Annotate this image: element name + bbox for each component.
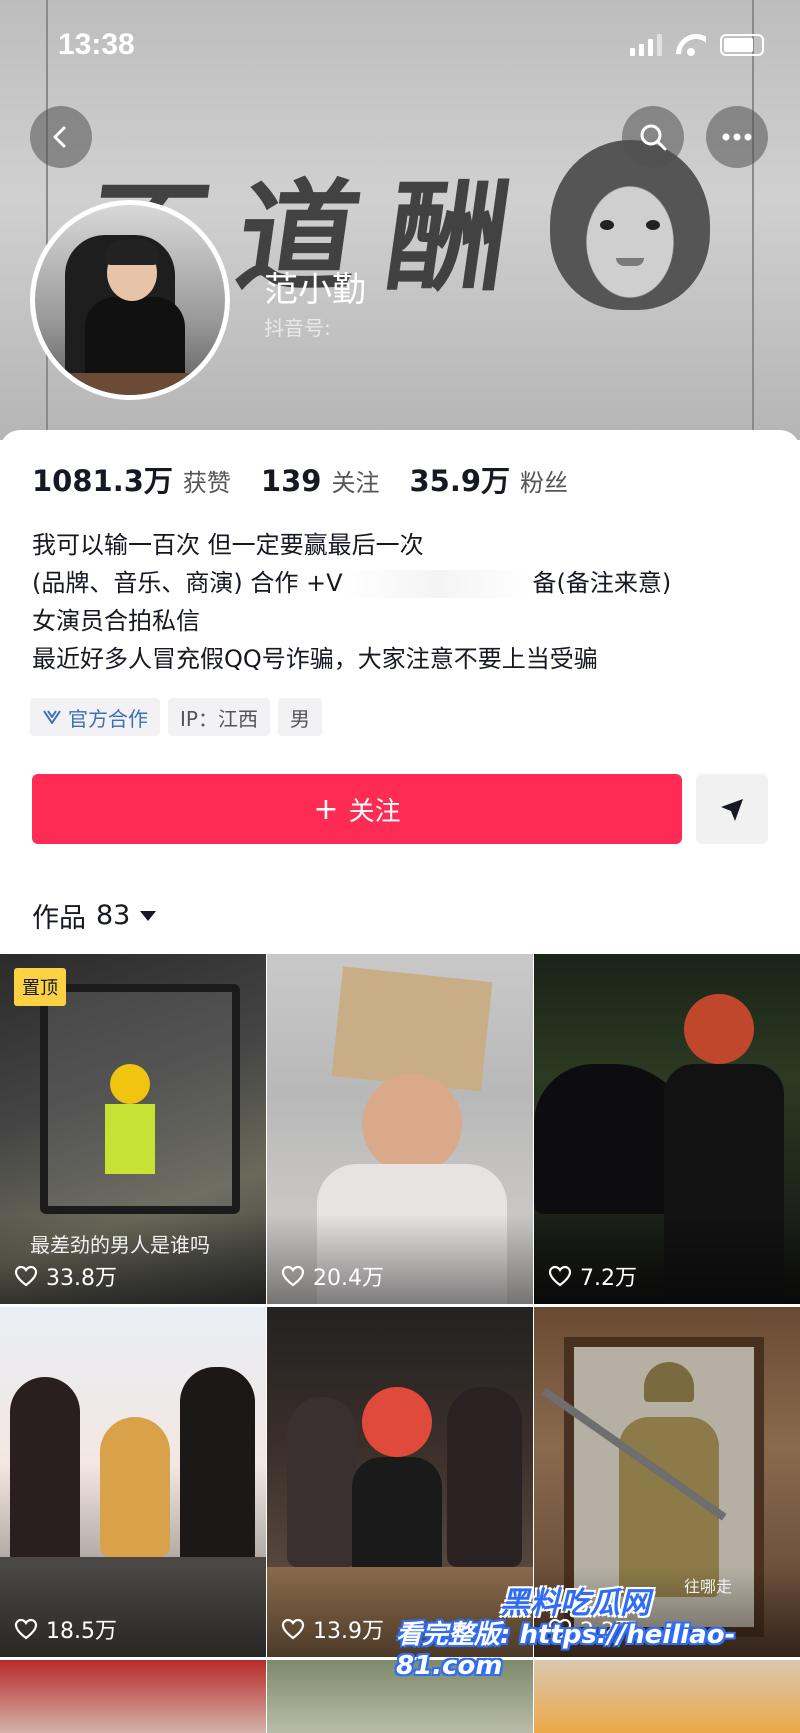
follow-label: 关注 (348, 796, 401, 827)
bio-line: 我可以输一百次 但一定要赢最后一次 (32, 531, 424, 559)
video-likes: 20.4万 (281, 1260, 384, 1292)
stat-likes[interactable]: 1081.3万 获赞 (32, 458, 231, 500)
battery-icon (720, 34, 764, 56)
caret-down-icon (140, 910, 157, 921)
cellular-signal-icon (630, 34, 662, 56)
heart-icon (281, 1618, 305, 1640)
bio: 我可以输一百次 但一定要赢最后一次 (品牌、音乐、商演) 合作 +V 备(备注来意… (32, 526, 671, 678)
status-time: 13:38 (58, 28, 135, 61)
heart-icon (548, 1265, 572, 1287)
heart-icon (14, 1265, 38, 1287)
tag-gender: 男 (277, 698, 322, 736)
video-tile[interactable] (0, 1660, 266, 1733)
works-tab[interactable]: 作品 83 (32, 896, 157, 935)
likes-count: 18.5万 (46, 1619, 117, 1644)
heart-icon (281, 1265, 305, 1287)
bio-line: (品牌、音乐、商演) 合作 +V 备(备注来意) (32, 564, 671, 602)
video-tile[interactable]: 13.9万 (267, 1307, 533, 1657)
likes-count: 13.9万 (313, 1619, 384, 1644)
stat-label: 获赞 (182, 469, 231, 497)
avatar[interactable] (30, 200, 230, 400)
video-caption: 最差劲的男人是谁吗 (30, 1233, 210, 1257)
search-icon (640, 124, 667, 151)
plus-icon: + (313, 791, 339, 827)
more-button[interactable] (706, 106, 768, 168)
bio-line: 最近好多人冒充假QQ号诈骗，大家注意不要上当受骗 (32, 645, 598, 673)
redacted-contact (342, 570, 533, 598)
stats-row: 1081.3万 获赞 139 关注 35.9万 粉丝 (32, 458, 598, 500)
video-tile[interactable]: 7.2万 (534, 954, 800, 1304)
profile-card: 1081.3万 获赞 139 关注 35.9万 粉丝 我可以输一百次 但一定要赢… (0, 430, 800, 1733)
status-icons (630, 34, 764, 56)
likes-count: 33.8万 (46, 1266, 117, 1291)
wifi-icon (676, 34, 706, 56)
follow-button[interactable]: + 关注 (32, 774, 682, 844)
bio-line-part: (品牌、音乐、商演) 合作 +V (32, 569, 343, 597)
stat-followers[interactable]: 35.9万 粉丝 (409, 458, 568, 500)
back-button[interactable] (30, 106, 92, 168)
more-dots-icon (722, 133, 752, 141)
watermark-url: 看完整版: https://heiliao-81.com (396, 1620, 736, 1681)
stat-label: 关注 (331, 469, 380, 497)
works-count: 83 (96, 900, 131, 931)
share-button[interactable] (696, 774, 768, 844)
heart-icon (14, 1618, 38, 1640)
tag-label: 男 (289, 706, 310, 731)
stat-value: 1081.3万 (32, 464, 173, 498)
banner-cartoon-face (550, 140, 710, 310)
works-label: 作品 (32, 903, 86, 934)
banner-frame-line (752, 0, 754, 440)
likes-count: 20.4万 (313, 1266, 384, 1291)
tag-label: 官方合作 (68, 706, 148, 731)
profile-banner: 不道酬 13:38 范小勤 抖音号: (0, 0, 800, 440)
tag-label: IP：江西 (180, 706, 258, 731)
stat-value: 139 (260, 464, 322, 498)
bio-line: 女演员合拍私信 (32, 607, 200, 635)
video-tile[interactable]: 20.4万 (267, 954, 533, 1304)
chevron-left-icon (53, 126, 66, 148)
stat-label: 粉丝 (520, 469, 569, 497)
profile-tags: 官方合作 IP：江西 男 (30, 698, 322, 736)
video-likes: 18.5万 (14, 1613, 117, 1645)
video-likes: 33.8万 (14, 1260, 117, 1292)
video-tile[interactable]: 18.5万 (0, 1307, 266, 1657)
stat-following[interactable]: 139 关注 (261, 463, 380, 498)
video-tile[interactable]: 置顶 最差劲的男人是谁吗 33.8万 (0, 954, 266, 1304)
pinned-badge: 置顶 (14, 968, 66, 1006)
video-likes: 13.9万 (281, 1613, 384, 1645)
likes-count: 7.2万 (580, 1266, 637, 1291)
video-caption: 往哪走 (684, 1577, 733, 1596)
send-arrow-icon (721, 799, 743, 821)
video-likes: 7.2万 (548, 1260, 637, 1292)
bio-line-part: 备(备注来意) (532, 569, 672, 597)
official-partner-icon (43, 710, 61, 724)
tag-ip-location: IP：江西 (168, 698, 270, 736)
search-button[interactable] (622, 106, 684, 168)
stat-value: 35.9万 (409, 464, 511, 498)
douyin-id[interactable]: 抖音号: (264, 312, 331, 341)
nickname: 范小勤 (264, 270, 366, 310)
tag-official-partner[interactable]: 官方合作 (30, 698, 160, 736)
